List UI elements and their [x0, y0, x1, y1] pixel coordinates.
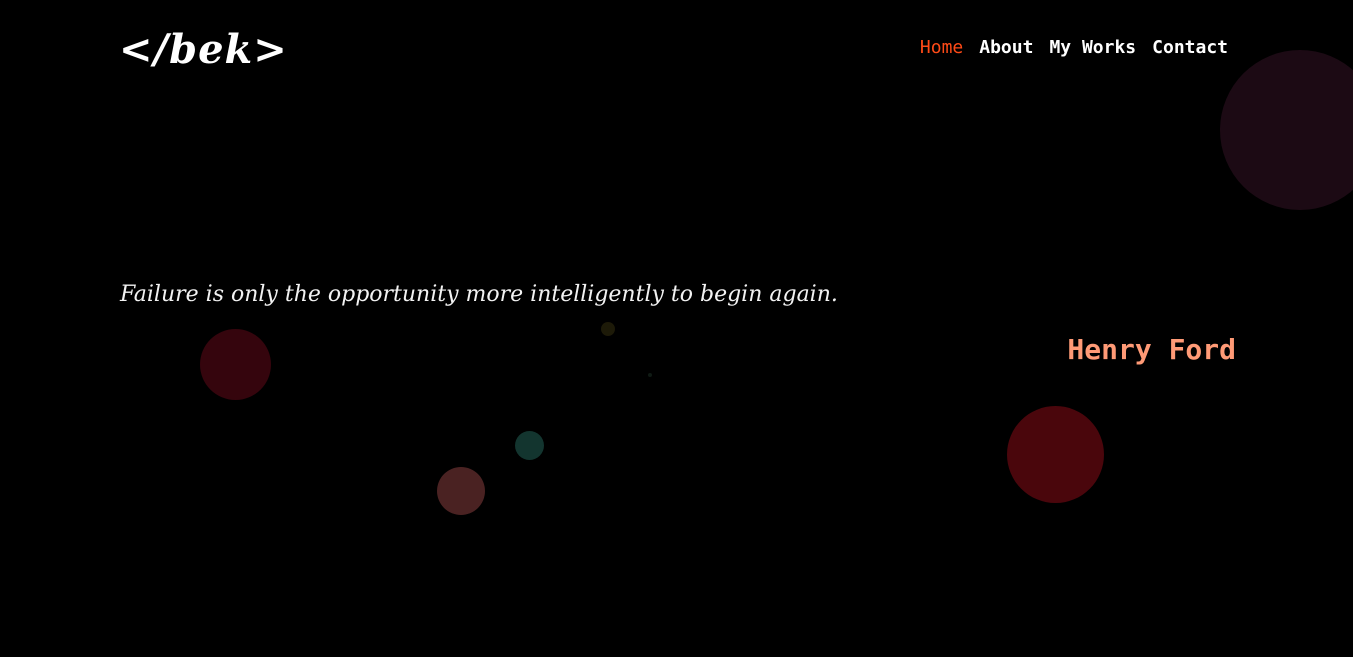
hero-quote: Failure is only the opportunity more int… — [120, 282, 838, 307]
decorative-bubble — [648, 373, 652, 377]
nav-link-my-works[interactable]: My Works — [1049, 36, 1136, 60]
nav-link-home[interactable]: Home — [920, 36, 963, 60]
decorative-bubble — [200, 329, 271, 400]
quote-author: Henry Ford — [1067, 333, 1236, 366]
decorative-bubble — [515, 431, 544, 460]
nav-link-contact[interactable]: Contact — [1152, 36, 1228, 60]
main-nav: Home About My Works Contact — [920, 36, 1228, 60]
decorative-bubble — [437, 467, 485, 515]
site-logo[interactable]: </bek> — [119, 26, 288, 74]
nav-link-about[interactable]: About — [979, 36, 1033, 60]
decorative-bubble — [601, 322, 615, 336]
decorative-bubble — [1220, 50, 1353, 210]
decorative-bubble — [1007, 406, 1104, 503]
